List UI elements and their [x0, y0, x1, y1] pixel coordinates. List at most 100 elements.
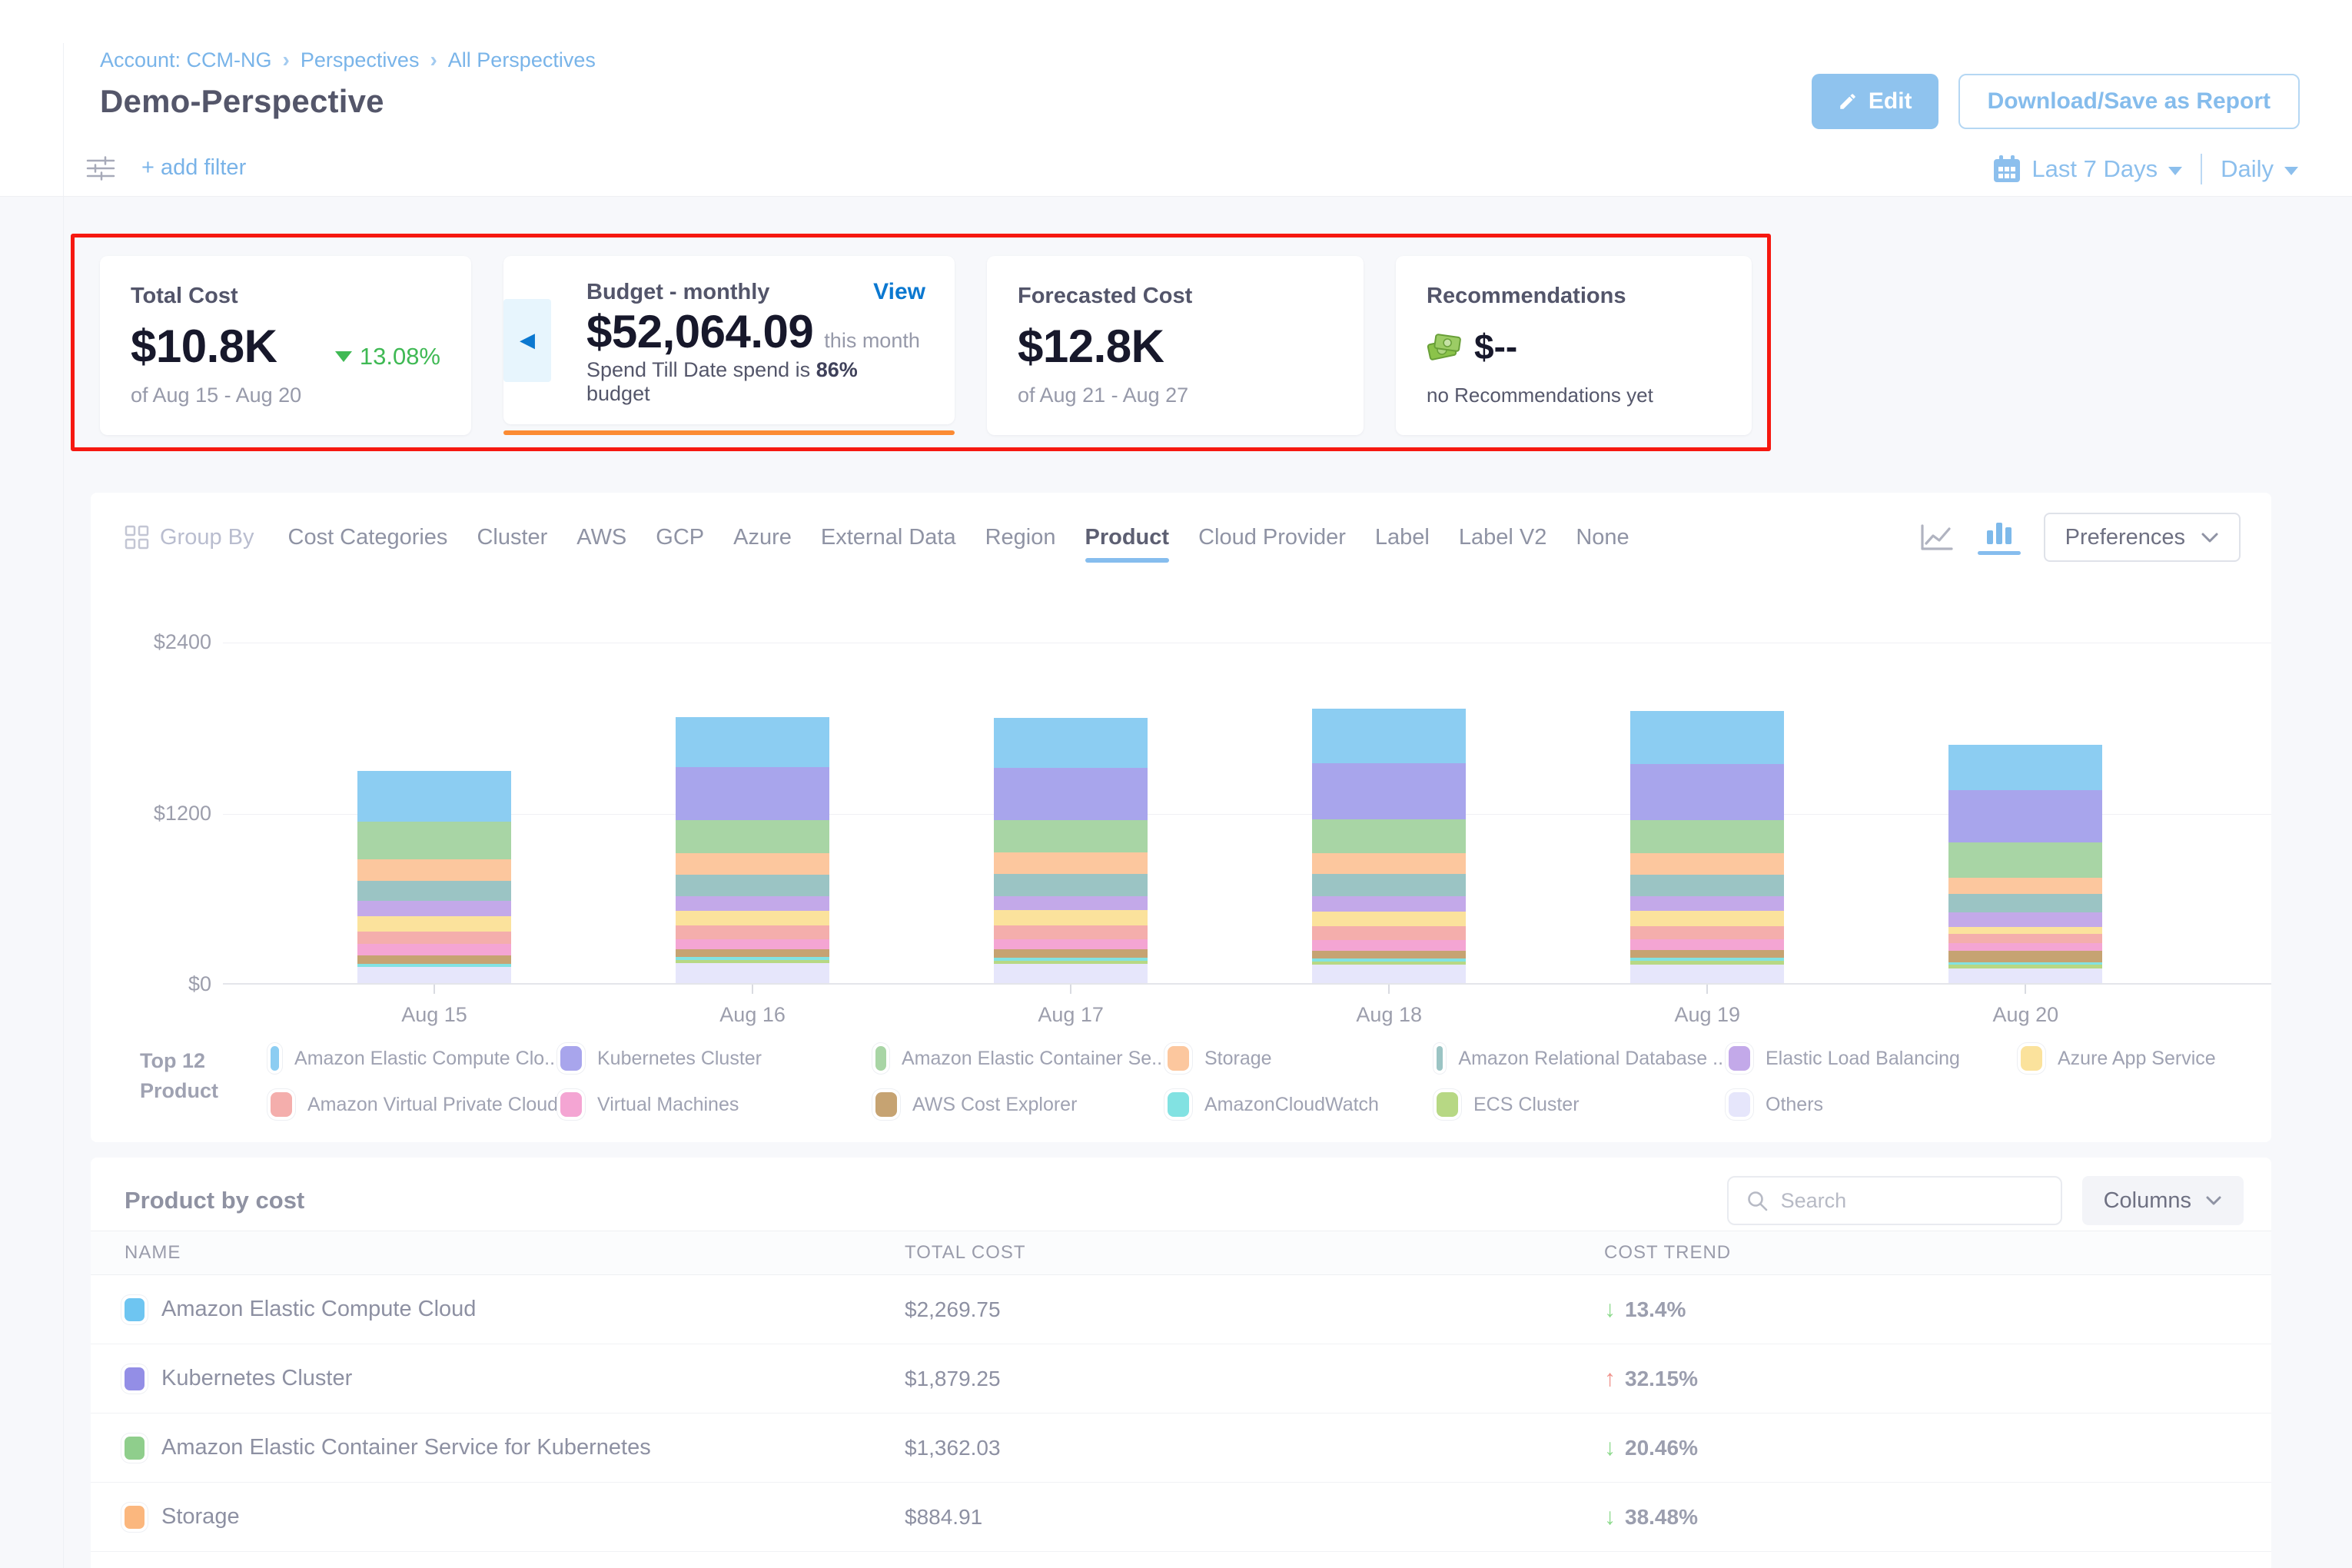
- bar-segment-virtual-machines[interactable]: [1948, 943, 2102, 951]
- table-row-amazon-elastic-container-service-for-kubernetes[interactable]: Amazon Elastic Container Service for Kub…: [91, 1414, 2271, 1483]
- bar-aug-18[interactable]: [1312, 709, 1466, 983]
- table-row-amazon-elastic-compute-cloud[interactable]: Amazon Elastic Compute Cloud$2,269.75↓13…: [91, 1275, 2271, 1344]
- bar-segment-others[interactable]: [1630, 965, 1784, 983]
- table-row-kubernetes-cluster[interactable]: Kubernetes Cluster$1,879.25↑32.15%: [91, 1344, 2271, 1414]
- bar-segment-amazon-relational-database[interactable]: [676, 875, 829, 897]
- bar-chart-icon[interactable]: [1978, 520, 2021, 555]
- bar-segment-virtual-machines[interactable]: [357, 944, 511, 955]
- tab-cloud-provider[interactable]: Cloud Provider: [1198, 525, 1346, 550]
- bar-segment-elastic-load-balancing[interactable]: [1630, 896, 1784, 911]
- bar-segment-virtual-machines[interactable]: [676, 939, 829, 949]
- bar-segment-elastic-load-balancing[interactable]: [994, 896, 1148, 911]
- tab-gcp[interactable]: GCP: [656, 525, 704, 550]
- bar-segment-amazon-elastic-compute-clo[interactable]: [357, 771, 511, 822]
- bar-segment-elastic-load-balancing[interactable]: [1312, 896, 1466, 911]
- bar-segment-kubernetes-cluster[interactable]: [1312, 763, 1466, 819]
- bar-segment-azure-app-service[interactable]: [357, 916, 511, 931]
- bar-segment-amazon-virtual-private-cloud[interactable]: [1630, 926, 1784, 940]
- tab-cost-categories[interactable]: Cost Categories: [288, 525, 448, 550]
- date-range-dropdown[interactable]: Last 7 Days: [1993, 155, 2182, 183]
- add-filter-button[interactable]: + add filter: [141, 155, 246, 181]
- bar-segment-kubernetes-cluster[interactable]: [1948, 790, 2102, 843]
- bar-segment-amazon-virtual-private-cloud[interactable]: [357, 932, 511, 944]
- bar-segment-kubernetes-cluster[interactable]: [1630, 764, 1784, 819]
- bar-segment-amazon-elastic-container-se[interactable]: [1312, 819, 1466, 853]
- tab-azure[interactable]: Azure: [733, 525, 792, 550]
- table-row-storage[interactable]: Storage$884.91↓38.48%: [91, 1483, 2271, 1552]
- bar-segment-aws-cost-explorer[interactable]: [357, 955, 511, 963]
- bar-segment-amazon-virtual-private-cloud[interactable]: [676, 925, 829, 938]
- bar-segment-amazon-relational-database[interactable]: [1312, 874, 1466, 896]
- search-input[interactable]: [1781, 1189, 2053, 1213]
- bar-segment-amazon-relational-database[interactable]: [1948, 894, 2102, 912]
- bar-segment-amazon-virtual-private-cloud[interactable]: [1312, 926, 1466, 940]
- bar-segment-virtual-machines[interactable]: [994, 939, 1148, 950]
- bar-segment-storage[interactable]: [676, 853, 829, 875]
- bar-segment-azure-app-service[interactable]: [1630, 911, 1784, 925]
- bar-segment-amazon-elastic-container-se[interactable]: [1948, 842, 2102, 877]
- bar-segment-virtual-machines[interactable]: [1630, 939, 1784, 950]
- bar-segment-amazon-elastic-container-se[interactable]: [676, 820, 829, 853]
- bar-segment-storage[interactable]: [994, 852, 1148, 874]
- tab-label[interactable]: Label: [1375, 525, 1430, 550]
- bar-segment-amazon-relational-database[interactable]: [357, 881, 511, 901]
- bar-aug-15[interactable]: [357, 771, 511, 983]
- bar-segment-azure-app-service[interactable]: [676, 911, 829, 925]
- bar-segment-aws-cost-explorer[interactable]: [1312, 951, 1466, 958]
- bar-segment-azure-app-service[interactable]: [994, 910, 1148, 925]
- tab-label-v2[interactable]: Label V2: [1459, 525, 1547, 550]
- bar-segment-others[interactable]: [1312, 965, 1466, 983]
- bar-aug-20[interactable]: [1948, 745, 2102, 983]
- bar-aug-17[interactable]: [994, 718, 1148, 983]
- tab-external-data[interactable]: External Data: [821, 525, 956, 550]
- bar-segment-azure-app-service[interactable]: [1948, 927, 2102, 934]
- bar-segment-aws-cost-explorer[interactable]: [1948, 951, 2102, 962]
- tab-cluster[interactable]: Cluster: [477, 525, 547, 550]
- download-save-report-button[interactable]: Download/Save as Report: [1958, 74, 2300, 129]
- bar-segment-others[interactable]: [1948, 968, 2102, 983]
- filter-sliders-icon[interactable]: [86, 155, 115, 185]
- granularity-dropdown[interactable]: Daily: [2221, 155, 2298, 183]
- bar-segment-amazon-relational-database[interactable]: [1630, 875, 1784, 896]
- bar-segment-aws-cost-explorer[interactable]: [994, 949, 1148, 957]
- bar-segment-amazon-elastic-compute-clo[interactable]: [1630, 711, 1784, 765]
- bar-segment-elastic-load-balancing[interactable]: [357, 901, 511, 916]
- budget-collapse-arrow[interactable]: ◀: [503, 299, 551, 382]
- bar-segment-amazon-virtual-private-cloud[interactable]: [994, 925, 1148, 939]
- bar-segment-kubernetes-cluster[interactable]: [676, 767, 829, 820]
- bar-segment-amazon-elastic-container-se[interactable]: [357, 822, 511, 859]
- bar-segment-amazon-elastic-compute-clo[interactable]: [1948, 745, 2102, 789]
- edit-button[interactable]: Edit: [1812, 74, 1938, 129]
- bar-segment-storage[interactable]: [1948, 878, 2102, 894]
- bar-segment-elastic-load-balancing[interactable]: [676, 896, 829, 911]
- bar-segment-others[interactable]: [357, 967, 511, 983]
- line-chart-icon[interactable]: [1919, 523, 1955, 552]
- bar-segment-storage[interactable]: [1630, 853, 1784, 875]
- breadcrumb-item-account-ccm-ng[interactable]: Account: CCM-NG: [100, 48, 272, 72]
- bar-segment-azure-app-service[interactable]: [1312, 912, 1466, 926]
- tab-aws[interactable]: AWS: [576, 525, 626, 550]
- bar-aug-19[interactable]: [1630, 711, 1784, 983]
- bar-segment-amazon-elastic-container-se[interactable]: [1630, 820, 1784, 854]
- breadcrumb-item-perspectives[interactable]: Perspectives: [301, 48, 420, 72]
- bar-segment-virtual-machines[interactable]: [1312, 940, 1466, 951]
- tab-none[interactable]: None: [1576, 525, 1629, 550]
- tab-region[interactable]: Region: [985, 525, 1056, 550]
- columns-dropdown[interactable]: Columns: [2082, 1176, 2244, 1225]
- bar-segment-storage[interactable]: [1312, 853, 1466, 875]
- bar-segment-amazon-elastic-compute-clo[interactable]: [994, 718, 1148, 768]
- breadcrumb-item-all-perspectives[interactable]: All Perspectives: [448, 48, 596, 72]
- bar-segment-storage[interactable]: [357, 859, 511, 882]
- bar-segment-amazon-relational-database[interactable]: [994, 874, 1148, 896]
- budget-view-link[interactable]: View: [873, 279, 925, 305]
- bar-segment-kubernetes-cluster[interactable]: [994, 768, 1148, 820]
- bar-aug-16[interactable]: [676, 717, 829, 983]
- bar-segment-aws-cost-explorer[interactable]: [676, 949, 829, 957]
- tab-product[interactable]: Product: [1085, 525, 1170, 550]
- bar-segment-elastic-load-balancing[interactable]: [1948, 912, 2102, 927]
- bar-segment-aws-cost-explorer[interactable]: [1630, 950, 1784, 958]
- bar-segment-amazon-elastic-container-se[interactable]: [994, 820, 1148, 853]
- preferences-dropdown[interactable]: Preferences: [2044, 513, 2241, 562]
- bar-segment-others[interactable]: [676, 963, 829, 983]
- bar-segment-amazon-elastic-compute-clo[interactable]: [676, 717, 829, 768]
